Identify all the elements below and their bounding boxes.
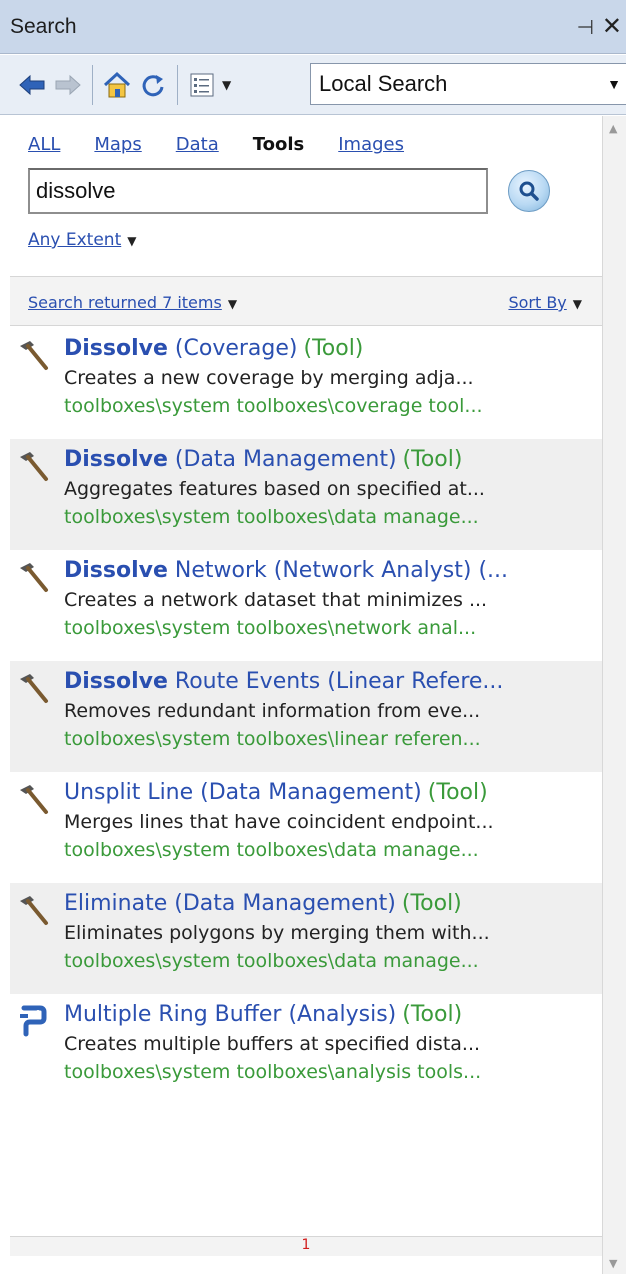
results-count-dropdown[interactable]: Search returned 7 items ▼ — [28, 293, 237, 312]
close-icon[interactable]: ✕ — [602, 12, 622, 40]
window-title: Search — [10, 14, 77, 38]
result-type: (Tool) — [427, 780, 488, 805]
scroll-down-icon[interactable]: ▼ — [609, 1257, 617, 1270]
chevron-down-icon: ▼ — [572, 297, 582, 311]
python-script-icon — [20, 1005, 47, 1037]
hammer-icon — [20, 896, 48, 925]
vertical-scrollbar[interactable]: ▲ ▼ — [602, 116, 626, 1274]
search-content: ALL Maps Data Tools Images dissolve Any … — [10, 116, 602, 1256]
refresh-button[interactable] — [135, 65, 171, 105]
result-item[interactable]: Dissolve (Coverage) (Tool) Creates a new … — [10, 328, 602, 439]
search-toolbar: ▼ Local Search ▼ — [0, 55, 626, 115]
result-path: toolboxes\system toolboxes\linear refere… — [64, 728, 481, 750]
tab-data[interactable]: Data — [176, 134, 219, 155]
search-scope-value: Local Search — [319, 71, 448, 96]
extent-dropdown[interactable]: Any Extent ▼ — [28, 230, 136, 250]
pin-icon[interactable]: ⊣ — [577, 15, 594, 39]
result-description: Removes redundant information from eve..… — [64, 700, 481, 722]
tab-maps[interactable]: Maps — [94, 134, 141, 155]
result-title[interactable]: Route Events (Linear Refere... — [168, 669, 503, 694]
search-scope-select[interactable]: Local Search ▼ — [310, 63, 626, 105]
home-icon — [103, 71, 131, 97]
result-title-keyword[interactable]: Dissolve — [64, 558, 168, 583]
result-path: toolboxes\system toolboxes\data manage..… — [64, 839, 479, 861]
result-title[interactable]: (Data Management) — [168, 447, 397, 472]
chevron-down-icon: ▼ — [607, 76, 621, 92]
result-type: (Tool) — [303, 336, 364, 361]
pagination: 1 — [10, 1236, 602, 1256]
sort-by-label: Sort By — [508, 293, 567, 312]
result-description: Creates multiple buffers at specified di… — [64, 1033, 481, 1055]
result-title[interactable]: Eliminate (Data Management) — [64, 891, 396, 916]
view-options-button[interactable] — [184, 65, 220, 105]
toolbar-separator — [177, 64, 178, 105]
hammer-icon — [20, 563, 48, 592]
result-title[interactable]: (Coverage) — [168, 336, 298, 361]
tab-images[interactable]: Images — [338, 134, 404, 155]
result-title[interactable]: Unsplit Line (Data Management) — [64, 780, 422, 805]
hammer-icon — [20, 452, 48, 481]
toolbar-separator — [92, 64, 93, 105]
result-description: Eliminates polygons by merging them with… — [64, 922, 490, 944]
search-icon — [519, 181, 539, 201]
result-item[interactable]: Dissolve (Data Management) (Tool) Aggrega… — [10, 439, 602, 550]
result-item[interactable]: Dissolve Route Events (Linear Refere... … — [10, 661, 602, 772]
result-path: toolboxes\system toolboxes\network anal.… — [64, 617, 477, 639]
search-button[interactable] — [508, 170, 550, 212]
results-count-label: Search returned 7 items — [28, 293, 222, 312]
results-list: Dissolve (Coverage) (Tool) Creates a new … — [10, 328, 602, 1105]
result-path: toolboxes\system toolboxes\data manage..… — [64, 950, 479, 972]
hammer-icon — [20, 785, 48, 814]
chevron-down-icon[interactable]: ▼ — [222, 78, 231, 92]
result-path: toolboxes\system toolboxes\analysis tool… — [64, 1061, 482, 1083]
result-description: Aggregates features based on specified a… — [64, 478, 485, 500]
chevron-down-icon: ▼ — [127, 234, 137, 248]
result-title-keyword[interactable]: Dissolve — [64, 669, 168, 694]
result-description: Creates a new coverage by merging adja..… — [64, 367, 474, 389]
extent-label: Any Extent — [28, 230, 122, 250]
search-category-tabs: ALL Maps Data Tools Images — [28, 134, 438, 155]
scroll-up-icon[interactable]: ▲ — [609, 122, 617, 135]
tab-all[interactable]: ALL — [28, 134, 60, 155]
result-item[interactable]: Eliminate (Data Management) (Tool) Elimin… — [10, 883, 602, 994]
tab-tools[interactable]: Tools — [253, 134, 305, 155]
result-title[interactable]: Network (Network Analyst) (... — [168, 558, 508, 583]
results-status-bar: Search returned 7 items ▼ Sort By ▼ — [10, 276, 602, 326]
window-titlebar: Search ⊣ ✕ — [0, 0, 626, 54]
page-number-current[interactable]: 1 — [302, 1237, 311, 1253]
result-title[interactable]: Multiple Ring Buffer (Analysis) — [64, 1002, 396, 1027]
result-path: toolboxes\system toolboxes\data manage..… — [64, 506, 479, 528]
result-item[interactable]: Multiple Ring Buffer (Analysis) (Tool) Cr… — [10, 994, 602, 1105]
refresh-icon — [142, 74, 164, 96]
back-arrow-icon — [19, 74, 45, 95]
forward-button[interactable] — [50, 65, 86, 105]
result-type: (Tool) — [401, 891, 462, 916]
result-path: toolboxes\system toolboxes\coverage tool… — [64, 395, 483, 417]
result-description: Creates a network dataset that minimizes… — [64, 589, 488, 611]
search-query-text: dissolve — [36, 178, 116, 203]
home-button[interactable] — [99, 65, 135, 105]
hammer-icon — [20, 674, 48, 703]
sort-by-dropdown[interactable]: Sort By ▼ — [508, 293, 582, 312]
result-item[interactable]: Unsplit Line (Data Management) (Tool) Mer… — [10, 772, 602, 883]
result-type: (Tool) — [402, 1002, 463, 1027]
result-type: (Tool) — [402, 447, 463, 472]
forward-arrow-icon — [55, 74, 81, 95]
hammer-icon — [20, 341, 48, 370]
result-description: Merges lines that have coincident endpoi… — [64, 811, 494, 833]
list-view-icon — [190, 73, 214, 96]
back-button[interactable] — [14, 65, 50, 105]
chevron-down-icon: ▼ — [227, 297, 238, 311]
result-title-keyword[interactable]: Dissolve — [64, 447, 168, 472]
search-input[interactable]: dissolve — [28, 168, 488, 214]
result-title-keyword[interactable]: Dissolve — [64, 336, 168, 361]
result-item[interactable]: Dissolve Network (Network Analyst) (... … — [10, 550, 602, 661]
